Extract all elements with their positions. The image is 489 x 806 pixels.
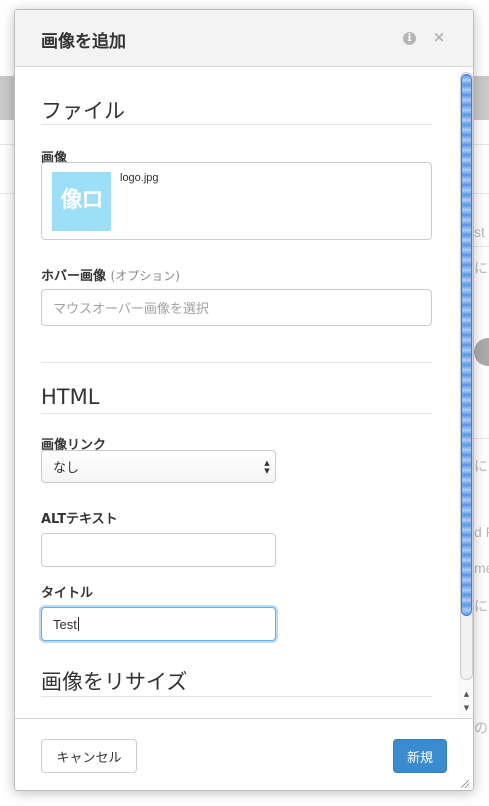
- background-text: にア: [474, 458, 489, 474]
- title-input[interactable]: Test: [41, 607, 276, 641]
- background-divider: [474, 438, 489, 439]
- scroll-down-arrow-icon[interactable]: ▼: [461, 702, 472, 714]
- dialog-footer: キャンセル 新規: [15, 718, 473, 790]
- hover-image-input[interactable]: マウスオーバー画像を選択: [41, 289, 432, 326]
- resize-grip-icon[interactable]: [461, 780, 469, 788]
- section-title-resize: 画像をリサイズ: [41, 670, 188, 694]
- image-file-name: logo.jpg: [120, 172, 159, 184]
- section-divider: [41, 413, 432, 414]
- scroll-up-arrow-icon[interactable]: ▲: [461, 688, 472, 700]
- hover-image-label-text: ホバー画像: [41, 269, 107, 284]
- info-icon[interactable]: i: [403, 32, 416, 45]
- alt-text-label: ALTテキスト: [41, 512, 118, 527]
- background-text: にタ: [474, 260, 489, 276]
- section-title-html: HTML: [41, 385, 100, 409]
- image-thumbnail: 像ロ: [52, 172, 111, 231]
- background-text: st: [474, 224, 485, 240]
- twitter-icon: [474, 338, 489, 366]
- dialog-body: ファイル 画像 像ロ logo.jpg ホバー画像 (オプション) マウスオーバ…: [15, 68, 458, 716]
- text-caret: [77, 617, 79, 631]
- dialog-title: 画像を追加: [41, 32, 126, 52]
- close-icon[interactable]: ×: [432, 30, 446, 45]
- alt-text-input[interactable]: [41, 533, 276, 567]
- background-text: にタ: [474, 598, 489, 614]
- hover-image-optional: (オプション): [110, 269, 180, 283]
- section-divider: [41, 362, 432, 363]
- hover-image-label: ホバー画像 (オプション): [41, 265, 180, 284]
- section-divider: [41, 124, 432, 125]
- background-text: d F: [474, 524, 489, 540]
- thumbnail-text: 像ロ: [60, 188, 103, 213]
- cancel-button[interactable]: キャンセル: [41, 739, 137, 773]
- title-input-value: Test: [53, 616, 77, 632]
- select-arrows-icon: ▲ ▼: [264, 459, 270, 475]
- background-divider: [474, 246, 489, 247]
- background-text: の: [474, 720, 488, 736]
- section-title-file: ファイル: [41, 99, 125, 123]
- add-image-dialog: 画像を追加 i × ファイル 画像 像ロ logo.jpg ホバー画像 (オプシ…: [14, 9, 474, 791]
- dialog-header: 画像を追加 i ×: [15, 10, 473, 67]
- image-picker[interactable]: 像ロ logo.jpg: [41, 162, 432, 240]
- section-divider: [41, 696, 432, 697]
- dialog-scrollbar[interactable]: ▲ ▼: [458, 68, 473, 718]
- image-link-value: なし: [53, 461, 80, 476]
- scrollbar-thumb[interactable]: [461, 74, 472, 616]
- title-label: タイトル: [41, 586, 94, 601]
- image-link-select[interactable]: なし ▲ ▼: [41, 450, 276, 483]
- background-text: me: [474, 560, 489, 576]
- new-button[interactable]: 新規: [393, 739, 447, 773]
